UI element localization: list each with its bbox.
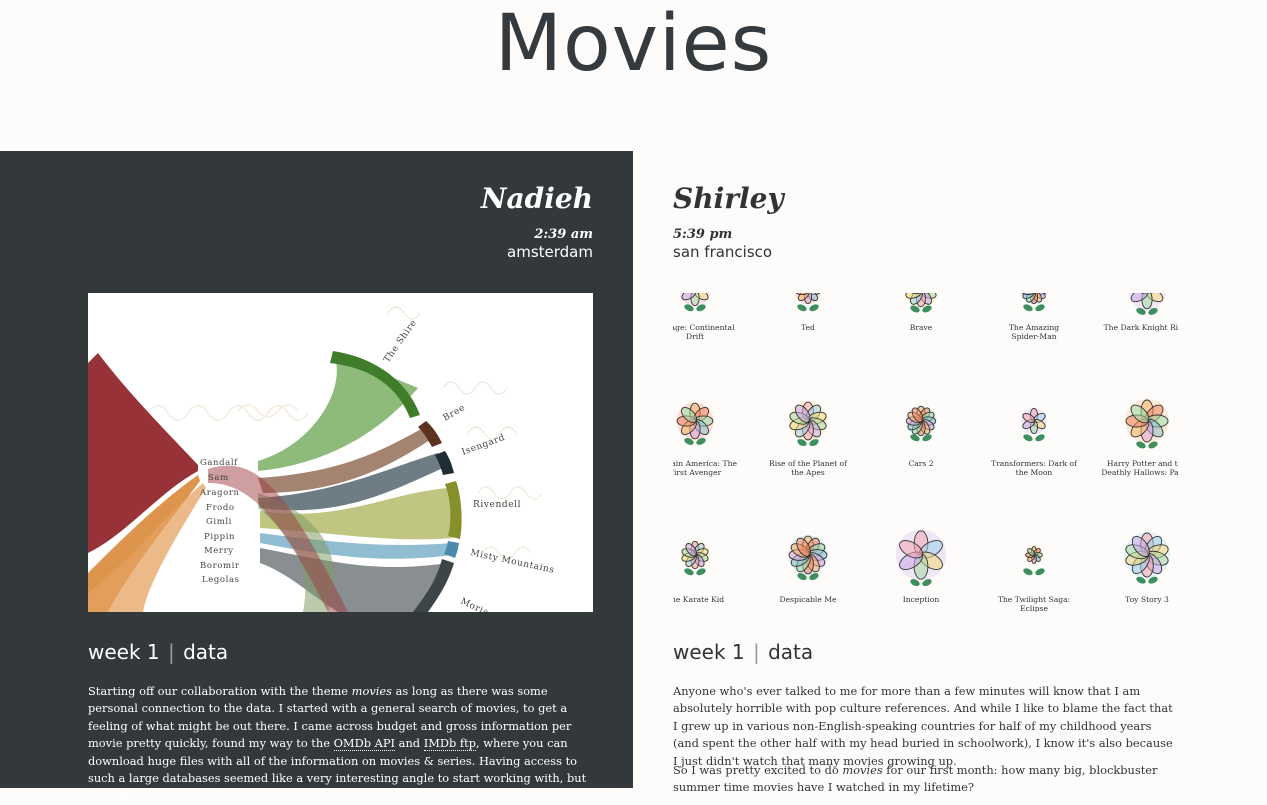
flower-leaf — [1022, 303, 1034, 313]
paragraph-emphasis: movies — [352, 684, 392, 698]
location-label: Moria — [459, 597, 491, 612]
movie-title-label: Ted — [801, 323, 815, 332]
movie-flower[interactable] — [1022, 546, 1046, 576]
movie-title-label: The Dark Knight Rises — [1104, 323, 1178, 332]
week-label: week 1 — [673, 640, 745, 664]
character-label: Sam — [208, 473, 229, 483]
movie-title-label: Inception — [903, 595, 940, 604]
movie-title-label: Harry Potter and theDeathly Hallows: Par… — [1101, 459, 1178, 477]
flower-leaf — [808, 303, 820, 313]
location-label: Rivendell — [473, 500, 521, 510]
flower-leaf — [1022, 567, 1034, 577]
location-label: Bree — [442, 403, 468, 424]
movie-flower[interactable] — [676, 402, 713, 446]
chords — [208, 353, 453, 612]
character-label: Merry — [204, 546, 234, 556]
location-label: Isengard — [461, 433, 507, 458]
author-block: Nadieh 2:39 am amsterdam — [481, 179, 593, 261]
flower-leaf — [1034, 433, 1046, 443]
author-city: san francisco — [673, 243, 784, 261]
flower-leaf — [1022, 433, 1034, 443]
movie-flower[interactable] — [906, 406, 937, 443]
location-label: Misty Mountains — [469, 548, 555, 576]
location-label: The Shire — [382, 318, 419, 365]
movie-title-label: Toy Story 3 — [1125, 595, 1169, 604]
character-label: Gandalf — [200, 458, 238, 468]
movie-title-label: Despicable Me — [779, 595, 837, 604]
movie-flower[interactable] — [1125, 399, 1169, 450]
character-label: Frodo — [206, 503, 235, 513]
paragraph-emphasis: movies — [842, 763, 882, 777]
movie-flower[interactable] — [795, 293, 821, 313]
movie-title-label: The Twilight Saga:Eclipse — [998, 595, 1070, 612]
movie-flower[interactable] — [896, 530, 947, 588]
second-paragraph: So I was pretty excited to do movies for… — [673, 762, 1178, 797]
flower-leaf — [1034, 567, 1046, 577]
lotr-chord-svg: Gandalf Sam Aragorn Frodo Gimli Pippin M… — [88, 293, 593, 612]
week-separator: | — [166, 640, 177, 664]
movie-flowers-svg: Ice Age: ContinentalDrift Ted Brave The Ama… — [673, 293, 1178, 612]
movie-flower[interactable] — [905, 293, 938, 314]
movie-flower[interactable] — [681, 541, 710, 577]
flower-leaf — [1034, 303, 1046, 313]
paragraph-text: and — [395, 736, 424, 750]
nadieh-column: Nadieh 2:39 am amsterdam — [0, 151, 633, 788]
movie-flower[interactable] — [1124, 532, 1170, 585]
paragraph-text: So I was pretty excited to do — [673, 763, 842, 777]
lotr-chord-visualization[interactable]: Gandalf Sam Aragorn Frodo Gimli Pippin M… — [88, 293, 593, 612]
week-heading: week 1 | data — [88, 639, 228, 665]
intro-paragraph: Anyone who's ever talked to me for more … — [673, 683, 1178, 770]
character-label: Legolas — [202, 575, 240, 585]
movie-title-label: Transformers: Dark ofthe Moon — [991, 459, 1078, 477]
author-time: 5:39 pm — [673, 227, 784, 243]
movie-flower[interactable] — [680, 293, 711, 313]
character-label: Aragorn — [199, 488, 240, 498]
movie-title-label: Ice Age: ContinentalDrift — [673, 323, 735, 341]
paragraph-text: Starting off our collaboration with the … — [88, 684, 352, 698]
character-label: Boromir — [200, 561, 240, 571]
movie-flower[interactable] — [788, 401, 828, 447]
week-label: week 1 — [88, 640, 160, 664]
movie-title-label: Captain America: TheFirst Avenger — [673, 459, 737, 477]
movie-title-label: Rise of the Planet ofthe Apes — [769, 459, 848, 477]
week-separator: | — [751, 640, 762, 664]
character-label: Gimli — [206, 517, 232, 527]
movie-title-label: The Karate Kid — [673, 595, 724, 604]
movie-flower[interactable] — [1021, 293, 1047, 313]
movie-flower[interactable] — [1128, 293, 1165, 316]
movie-title-label: The AmazingSpider-Man — [1009, 323, 1059, 341]
author-block: Shirley 5:39 pm san francisco — [673, 179, 784, 261]
character-label: Pippin — [204, 532, 235, 542]
movie-flower[interactable] — [788, 535, 828, 581]
shirley-column: Shirley 5:39 pm san francisco Ice Age: C… — [633, 151, 1267, 788]
movie-title-label: Brave — [910, 323, 933, 332]
author-name: Shirley — [673, 179, 784, 219]
page-title: Movies — [0, 0, 1267, 88]
week-topic: data — [768, 640, 813, 664]
week-heading: week 1 | data — [673, 639, 813, 665]
intro-paragraph: Starting off our collaboration with the … — [88, 683, 593, 805]
author-city: amsterdam — [481, 243, 593, 261]
flower-leaf — [796, 303, 808, 313]
movie-flower[interactable] — [1021, 408, 1047, 443]
author-time: 2:39 am — [481, 227, 593, 243]
author-name: Nadieh — [481, 179, 593, 219]
week-topic: data — [183, 640, 228, 664]
movie-title-label: Cars 2 — [908, 459, 933, 468]
imdb-ftp-link[interactable]: IMDb ftp — [424, 736, 476, 751]
omdb-api-link[interactable]: OMDb API — [334, 736, 395, 751]
movie-flowers-visualization[interactable]: Ice Age: ContinentalDrift Ted Brave The Ama… — [673, 293, 1178, 612]
